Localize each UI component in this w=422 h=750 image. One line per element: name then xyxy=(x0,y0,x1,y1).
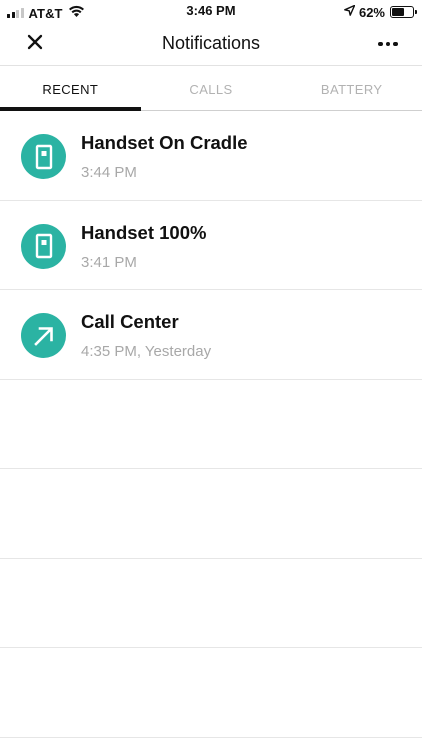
notification-title: Handset 100% xyxy=(81,221,207,243)
battery-percent: 62% xyxy=(358,4,385,20)
empty-row xyxy=(0,648,422,738)
notification-time: 3:44 PM xyxy=(81,164,137,181)
header: Notifications xyxy=(0,22,422,66)
notification-item-handset-on-cradle[interactable]: Handset On Cradle 3:44 PM xyxy=(0,111,422,201)
notification-title: Handset On Cradle xyxy=(81,132,248,153)
notification-list: Handset On Cradle 3:44 PM Handset 100% 3… xyxy=(0,111,422,738)
outgoing-call-arrow-icon xyxy=(21,313,66,358)
handset-icon xyxy=(21,223,66,269)
tab-bar: RECENT CALLS BATTERY xyxy=(0,66,422,111)
tab-calls[interactable]: CALLS xyxy=(141,66,282,110)
location-arrow-icon xyxy=(344,3,356,21)
notification-item-handset-100[interactable]: Handset 100% 3:41 PM xyxy=(0,201,422,290)
notification-time: 4:35 PM, Yesterday xyxy=(81,343,212,360)
tab-battery[interactable]: BATTERY xyxy=(281,66,422,110)
empty-row xyxy=(0,469,422,559)
empty-row xyxy=(0,559,422,648)
notification-time: 3:41 PM xyxy=(81,253,137,271)
battery-fill xyxy=(392,8,405,16)
notification-title: Call Center xyxy=(81,311,179,332)
handset-icon xyxy=(21,134,66,179)
tab-recent[interactable]: RECENT xyxy=(0,66,141,111)
notification-item-call-center[interactable]: Call Center 4:35 PM, Yesterday xyxy=(0,290,422,380)
more-icon-dot xyxy=(385,41,391,47)
more-icon-dot xyxy=(393,41,398,47)
status-bar-right: 62% xyxy=(344,3,417,21)
more-icon-dot xyxy=(378,41,383,47)
page-title: Notifications xyxy=(161,33,261,53)
more-button[interactable] xyxy=(372,30,404,58)
status-bar: AT&T 3:46 PM 62% xyxy=(0,0,422,22)
empty-row xyxy=(0,380,422,469)
battery-icon xyxy=(390,6,417,18)
